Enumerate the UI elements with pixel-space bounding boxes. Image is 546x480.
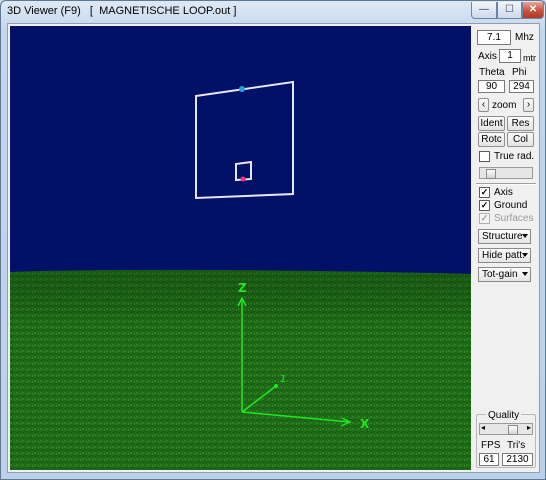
separator: [476, 183, 536, 185]
axis-z-label: Z: [238, 281, 247, 295]
app-window: 3D Viewer (F9) [ MAGNETISCHE LOOP.out ] …: [0, 0, 546, 480]
scene-svg: Z X 1: [10, 26, 471, 470]
chevron-down-icon: [522, 253, 528, 257]
fps-value: 61: [479, 453, 499, 466]
ground-checkbox[interactable]: ✓: [479, 200, 490, 211]
true-rad-checkbox[interactable]: [479, 151, 490, 162]
axis-checkbox-label: Axis: [494, 187, 513, 198]
sky: [10, 26, 471, 274]
rotc-button[interactable]: Rotc: [478, 132, 505, 147]
col-button[interactable]: Col: [507, 132, 534, 147]
quality-slider-thumb[interactable]: [508, 425, 518, 435]
fps-label: FPS: [481, 440, 501, 451]
zoom-in-button[interactable]: ›: [523, 98, 534, 112]
zoom-out-button[interactable]: ‹: [478, 98, 489, 112]
surfaces-checkbox: ✓: [479, 213, 490, 224]
ground-checkbox-label: Ground: [494, 200, 528, 211]
tris-label: Tri's: [507, 440, 526, 451]
pattern-select[interactable]: Hide patt.: [478, 248, 531, 263]
phi-label: Phi: [512, 67, 527, 78]
true-rad-slider-thumb[interactable]: [486, 169, 496, 179]
structure-select[interactable]: Structure: [478, 229, 531, 244]
title-bar[interactable]: 3D Viewer (F9) [ MAGNETISCHE LOOP.out ] …: [1, 1, 545, 23]
gain-select[interactable]: Tot-gain: [478, 267, 531, 282]
frequency-unit: Mhz: [515, 32, 534, 43]
theta-label: Theta: [479, 67, 505, 78]
surfaces-checkbox-label: Surfaces: [494, 213, 534, 224]
quality-right-arrow[interactable]: ▸: [527, 423, 531, 432]
axis-size-unit: mtr: [523, 53, 536, 63]
window-title: 3D Viewer (F9) [ MAGNETISCHE LOOP.out ]: [7, 5, 237, 17]
close-button[interactable]: ✕: [522, 2, 544, 19]
quality-left-arrow[interactable]: ◂: [481, 423, 485, 432]
axis-checkbox[interactable]: ✓: [479, 187, 490, 198]
axis-size-input[interactable]: 1: [499, 49, 521, 63]
source-marker: [240, 176, 246, 182]
axis-size-label: Axis: [478, 51, 497, 62]
zoom-label: zoom: [492, 100, 517, 111]
chevron-down-icon: [522, 234, 528, 238]
frequency-input[interactable]: 7.1: [477, 30, 511, 45]
pattern-select-value: Hide patt.: [482, 250, 525, 261]
res-button[interactable]: Res: [507, 116, 534, 131]
client-area: Z X 1 7.1 Mhz Axis 1 mtr Theta Phi 90 29…: [7, 23, 540, 473]
3d-viewport[interactable]: Z X 1: [10, 26, 471, 470]
gain-select-value: Tot-gain: [482, 269, 518, 280]
control-panel: 7.1 Mhz Axis 1 mtr Theta Phi 90 294 ‹ zo…: [474, 26, 538, 470]
axis-y-label: 1: [280, 374, 286, 385]
axis-x-label: X: [360, 417, 370, 431]
minimize-button[interactable]: —: [471, 2, 497, 19]
true-rad-label: True rad.: [494, 151, 535, 162]
phi-input[interactable]: 294: [509, 80, 534, 93]
quality-slider[interactable]: ◂ ▸: [479, 423, 533, 435]
feed-point-marker: [239, 86, 245, 92]
true-rad-slider[interactable]: [479, 167, 533, 179]
quality-label: Quality: [486, 410, 522, 422]
chevron-down-icon: [522, 272, 528, 276]
maximize-button[interactable]: ☐: [497, 2, 522, 19]
theta-input[interactable]: 90: [478, 80, 505, 93]
tris-value: 2130: [502, 453, 533, 466]
ident-button[interactable]: Ident: [478, 116, 505, 131]
structure-select-value: Structure: [482, 231, 523, 242]
